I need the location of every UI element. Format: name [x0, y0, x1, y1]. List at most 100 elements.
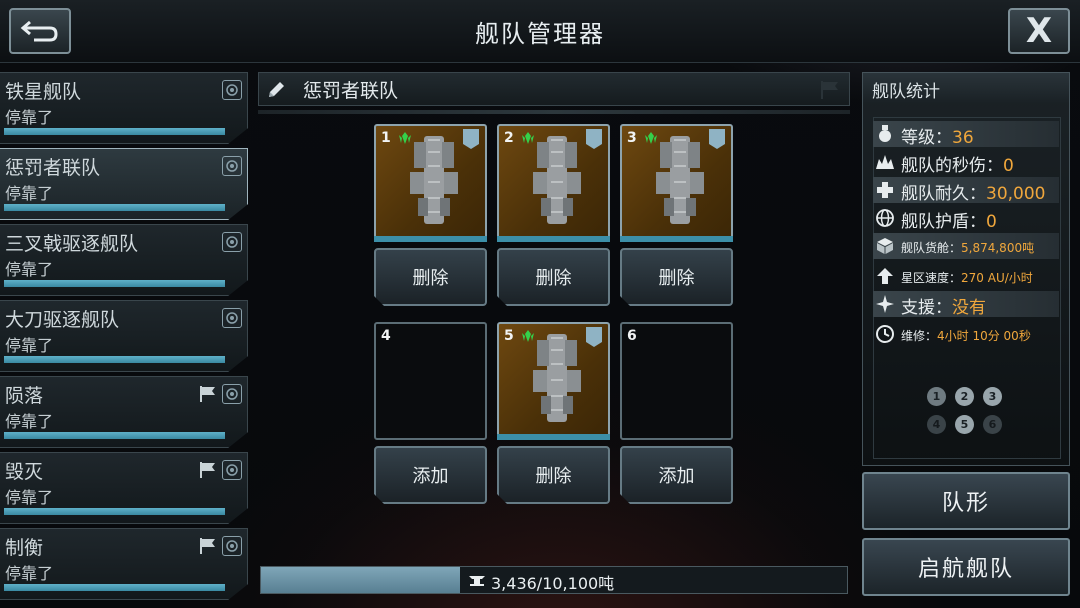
star-icon	[876, 295, 894, 313]
slot-number: 5	[504, 328, 514, 344]
flag-icon	[200, 386, 215, 402]
fleet-status: 停靠了	[5, 412, 54, 431]
fleet-status: 停靠了	[5, 336, 54, 355]
pencil-icon[interactable]	[265, 79, 287, 101]
formation-dot-4: 4	[927, 415, 946, 434]
fleet-name: 铁星舰队	[5, 81, 82, 103]
plus-icon	[877, 182, 893, 198]
stat-cargo: 舰队货舱：5,874,800吨	[873, 233, 1059, 259]
flag-icon[interactable]	[819, 79, 841, 101]
fleet-name: 三叉戟驱逐舰队	[5, 233, 139, 255]
ship-slot-1[interactable]: 1	[374, 124, 487, 242]
slot-number: 4	[381, 328, 391, 344]
add-ship-6-button[interactable]: 添加	[620, 446, 733, 504]
up-arrow-icon	[877, 268, 893, 284]
fleet-item-3[interactable]: 三叉戟驱逐舰队 停靠了	[0, 224, 248, 296]
fleet-target-icon[interactable]	[222, 80, 242, 100]
fleet-status: 停靠了	[5, 184, 54, 203]
stat-value: 0	[986, 212, 997, 232]
fleet-target-icon[interactable]	[222, 308, 242, 328]
fleet-status: 停靠了	[5, 564, 54, 583]
fleet-item-6[interactable]: 毁灭 停靠了	[0, 452, 248, 524]
remove-ship-3-button[interactable]: 删除	[620, 248, 733, 306]
stat-dps: 舰队的秒伤：0	[873, 149, 1059, 176]
battleship-icon	[656, 136, 704, 224]
formation-dot-6: 6	[983, 415, 1002, 434]
globe-shield-icon	[876, 209, 894, 227]
flag-icon	[200, 538, 215, 554]
fleet-item-2[interactable]: 惩罚者联队 停靠了	[0, 148, 248, 220]
flag-icon	[200, 462, 215, 478]
ship-slot-2[interactable]: 2	[497, 124, 610, 242]
formation-dot-5: 5	[955, 415, 974, 434]
cargo-text: 3,436/10,100吨	[491, 574, 615, 593]
cargo-ship-icon	[469, 576, 485, 586]
stats-header: 舰队统计	[863, 73, 1069, 103]
fleet-target-icon[interactable]	[222, 156, 242, 176]
page-title: 舰队管理器	[475, 20, 605, 48]
stat-hull: 舰队耐久：30,000	[873, 177, 1059, 204]
fleet-item-7[interactable]: 制衡 停靠了	[0, 528, 248, 600]
close-icon: X	[1025, 11, 1053, 51]
fleet-target-icon[interactable]	[222, 536, 242, 556]
top-bar: 舰队管理器 X	[0, 0, 1080, 63]
formation-button[interactable]: 队形	[862, 472, 1070, 530]
stat-value: 36	[952, 128, 974, 148]
stat-label: 支援：	[901, 298, 952, 318]
ship-slot-4[interactable]: 4	[374, 322, 487, 440]
battleship-icon	[410, 136, 458, 224]
stat-value: 270 AU/小时	[961, 271, 1033, 285]
stat-value: 4小时 10分 00秒	[937, 329, 1031, 343]
remove-ship-5-button[interactable]: 删除	[497, 446, 610, 504]
launch-fleet-button[interactable]: 启航舰队	[862, 538, 1070, 596]
fleet-item-5[interactable]: 陨落 停靠了	[0, 376, 248, 448]
fleet-name-header: 惩罚者联队	[258, 72, 850, 106]
stat-support: 支援：没有	[873, 291, 1059, 318]
ship-health-bar	[620, 236, 733, 242]
explosion-icon	[876, 155, 894, 169]
remove-ship-1-button[interactable]: 删除	[374, 248, 487, 306]
stat-level: 等级：36	[873, 121, 1059, 148]
stat-shield: 舰队护盾：0	[873, 205, 1059, 232]
ship-slot-3[interactable]: 3	[620, 124, 733, 242]
fleet-health-bar	[4, 356, 225, 363]
fleet-target-icon[interactable]	[222, 460, 242, 480]
battleship-icon	[533, 334, 581, 422]
stat-label: 舰队货舱：	[901, 241, 962, 255]
add-ship-4-button[interactable]: 添加	[374, 446, 487, 504]
remove-ship-2-button[interactable]: 删除	[497, 248, 610, 306]
formation-dot-2: 2	[955, 387, 974, 406]
fleet-item-4[interactable]: 大刀驱逐舰队 停靠了	[0, 300, 248, 372]
stat-label: 维修：	[901, 329, 938, 343]
stat-value: 5,874,800吨	[961, 241, 1035, 255]
fleet-name: 毁灭	[5, 461, 44, 483]
ship-health-bar	[497, 236, 610, 242]
fleet-health-bar	[4, 584, 225, 591]
fleet-status: 停靠了	[5, 488, 54, 507]
fleet-title: 惩罚者联队	[303, 80, 399, 102]
fleet-item-1[interactable]: 铁星舰队 停靠了	[0, 72, 248, 144]
stat-value: 30,000	[986, 184, 1046, 204]
header-divider	[258, 110, 850, 114]
slot-number: 2	[504, 130, 514, 146]
fleet-health-bar	[4, 280, 225, 287]
ship-slot-6[interactable]: 6	[620, 322, 733, 440]
fleet-status: 停靠了	[5, 260, 54, 279]
fleet-name: 大刀驱逐舰队	[5, 309, 120, 331]
fleet-stats-panel: 舰队统计 等级：36 舰队的秒伤：0 舰队耐久：30,000 舰队护盾：0 舰队…	[862, 72, 1070, 466]
stat-label: 舰队的秒伤：	[901, 156, 1003, 176]
fleet-name: 惩罚者联队	[5, 157, 101, 179]
fleet-target-icon[interactable]	[222, 232, 242, 252]
stat-label: 舰队耐久：	[901, 184, 986, 204]
fleet-target-icon[interactable]	[222, 384, 242, 404]
slot-number: 3	[627, 130, 637, 146]
clock-icon	[876, 325, 894, 343]
close-button[interactable]: X	[1008, 8, 1070, 54]
ship-slot-5[interactable]: 5	[497, 322, 610, 440]
stat-repair: 维修：4小时 10分 00秒	[873, 321, 1059, 347]
stats-title: 舰队统计	[872, 82, 940, 102]
fleet-health-bar	[4, 128, 225, 135]
battleship-icon	[533, 136, 581, 224]
formation-dot-1: 1	[927, 387, 946, 406]
ship-health-bar	[497, 434, 610, 440]
